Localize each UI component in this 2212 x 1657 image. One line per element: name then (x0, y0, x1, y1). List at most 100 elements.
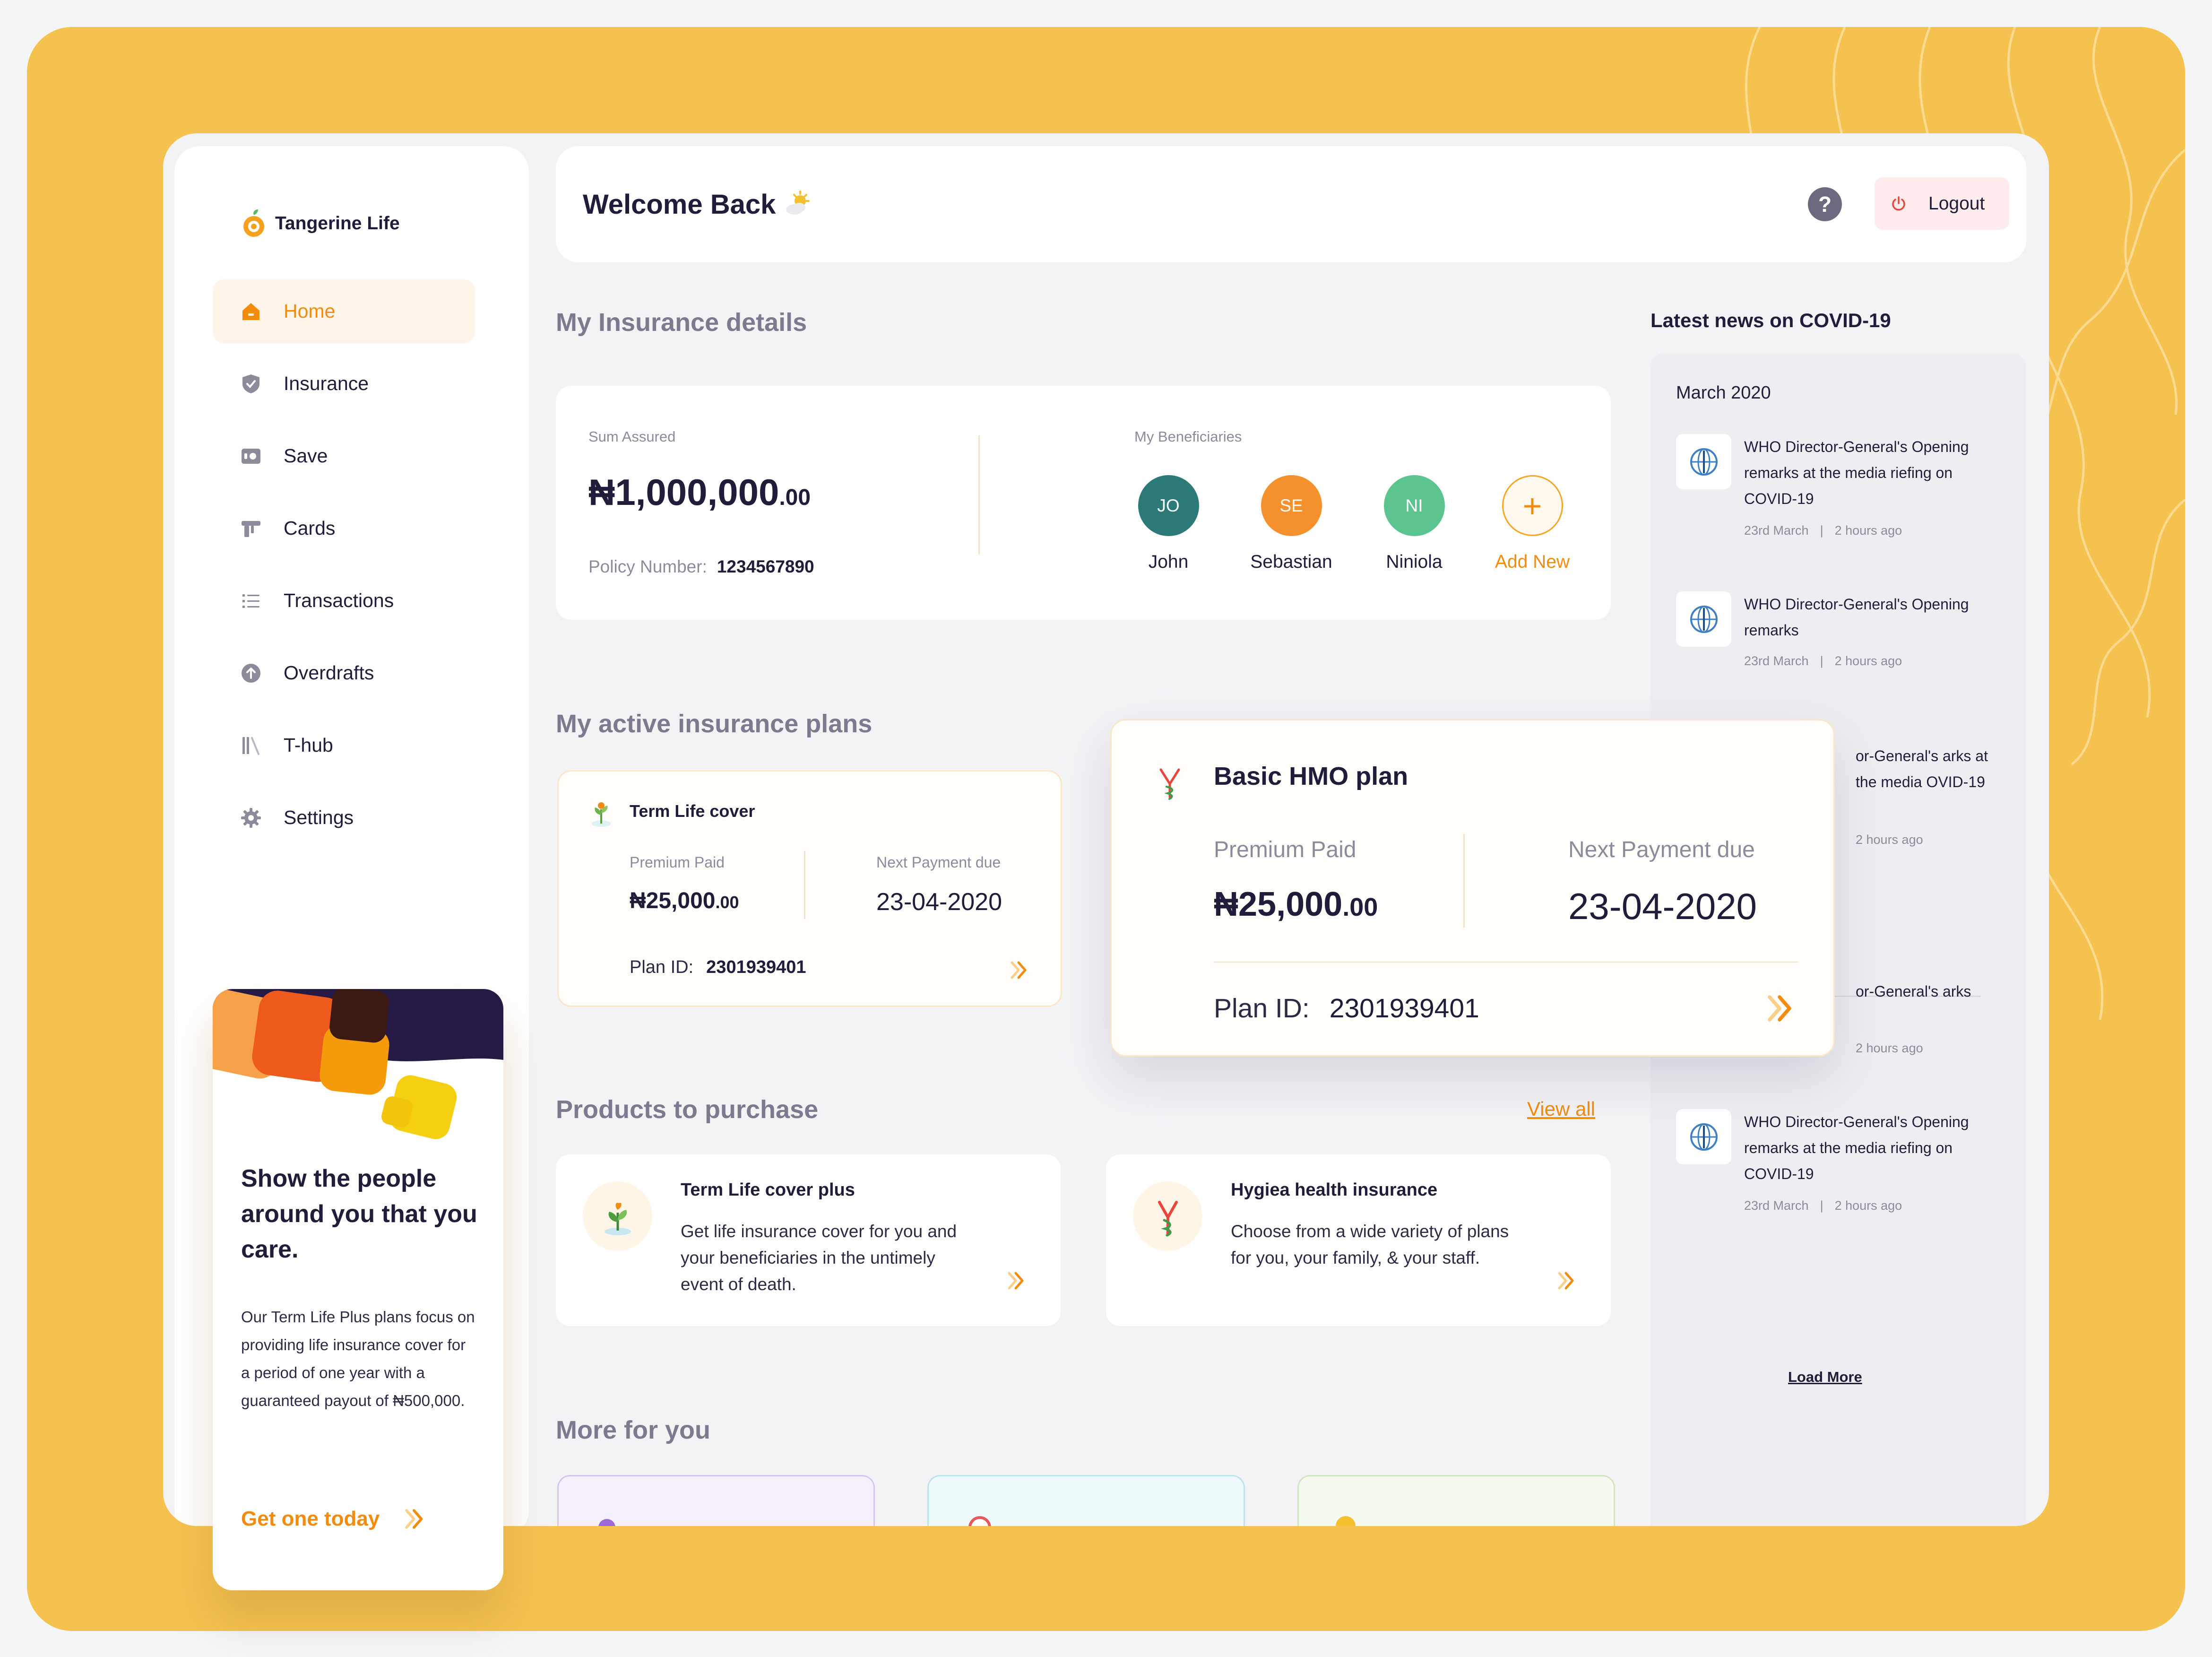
next-payment-value: 23-04-2020 (876, 888, 1002, 916)
plan-name: Basic HMO plan (1214, 762, 1408, 790)
policy-number-row: Policy Number: 1234567890 (588, 557, 814, 577)
view-all-link[interactable]: View all (1527, 1098, 1595, 1120)
news-date: 23rd March (1744, 1198, 1809, 1213)
chevron-right-double-icon (405, 1509, 423, 1529)
welcome-text: Welcome Back (583, 189, 776, 220)
sidebar-item-label: Save (284, 445, 328, 467)
promo-illustration (213, 989, 503, 1139)
sidebar-item-cards[interactable]: Cards (213, 496, 475, 560)
chevron-right-double-icon[interactable] (1764, 991, 1798, 1025)
home-icon (240, 300, 262, 323)
beneficiaries-label: My Beneficiaries (1134, 428, 1242, 445)
news-month: March 2020 (1676, 383, 1771, 403)
plan-id-label: Plan ID: (1214, 993, 1310, 1024)
sidebar-item-label: Home (284, 300, 336, 322)
news-date: 23rd March (1744, 523, 1809, 538)
avatar: NI (1383, 475, 1445, 536)
logout-label: Logout (1928, 193, 1985, 214)
welcome-heading: Welcome Back (583, 189, 812, 220)
news-title: WHO Director-General's Opening remarks a… (1744, 438, 1969, 507)
products-title: Products to purchase (556, 1095, 819, 1124)
top-bar: Welcome Back ? Logout (556, 146, 2026, 262)
news-meta: 23rd March | 2 hours ago (1744, 1198, 1902, 1213)
premium-main: ₦25,000 (1214, 885, 1343, 923)
news-ago: 2 hours ago (1834, 654, 1902, 668)
who-logo-icon (1676, 591, 1731, 647)
more-card[interactable] (927, 1475, 1245, 1526)
product-name: Term Life cover plus (681, 1180, 855, 1200)
divider (1463, 834, 1465, 928)
sidebar-item-home[interactable]: Home (213, 279, 475, 343)
plan-id-value: 2301939401 (706, 957, 806, 977)
load-more-link[interactable]: Load More (1788, 1369, 1862, 1386)
help-button[interactable]: ? (1808, 187, 1842, 221)
premium-paid-label: Premium Paid (630, 854, 725, 871)
sidebar-item-settings[interactable]: Settings (213, 786, 475, 850)
plant-icon (583, 1181, 652, 1251)
chevron-right-double-icon[interactable] (1008, 959, 1031, 981)
who-logo-icon (1676, 434, 1731, 489)
divider (1214, 962, 1798, 963)
divider (804, 851, 805, 919)
more-card[interactable] (557, 1475, 875, 1526)
premium-paid-value: ₦25,000.00 (630, 888, 739, 914)
product-hygiea-health[interactable]: Hygiea health insurance Choose from a wi… (1106, 1154, 1611, 1326)
product-name: Hygiea health insurance (1231, 1180, 1438, 1200)
next-payment-label: Next Payment due (876, 854, 1001, 871)
next-payment-value: 23-04-2020 (1568, 885, 1757, 927)
caduceus-icon (1159, 768, 1180, 800)
plan-card-basic-hmo[interactable]: Basic HMO plan Premium Paid ₦25,000.00 N… (1110, 719, 1835, 1057)
sun-cloud-icon (786, 190, 810, 215)
arrow-up-circle-icon (240, 662, 262, 685)
plan-id-row: Plan ID: 2301939401 (1214, 993, 1479, 1024)
news-title: or-General's arks (1856, 983, 1971, 1000)
sidebar-item-label: Overdrafts (284, 662, 374, 684)
news-ago: 2 hours ago (1856, 833, 1923, 847)
chevron-right-double-icon[interactable] (1555, 1269, 1578, 1292)
beneficiary-niniola[interactable]: NI Niniola (1362, 475, 1466, 573)
plan-id-label: Plan ID: (630, 957, 694, 977)
get-one-today-button[interactable]: Get one today (241, 1506, 428, 1532)
premium-cents: .00 (1342, 893, 1378, 921)
insurance-details-card: Sum Assured ₦1,000,000.00 Policy Number:… (556, 386, 1611, 620)
premium-paid-value: ₦25,000.00 (1214, 885, 1378, 924)
power-icon (1892, 196, 1905, 210)
sidebar-item-insurance[interactable]: Insurance (213, 352, 475, 416)
sidebar-item-t-hub[interactable]: T-hub (213, 713, 475, 777)
plus-icon: + (1502, 475, 1563, 536)
beneficiary-sebastian[interactable]: SE Sebastian (1239, 475, 1343, 573)
sidebar-item-label: Cards (284, 517, 336, 539)
promo-card: Show the people around you that you care… (213, 989, 503, 1590)
sum-assured-value: ₦1,000,000.00 (588, 471, 811, 514)
avatar: SE (1261, 475, 1322, 536)
gear-icon (240, 807, 262, 829)
insurance-details-title: My Insurance details (556, 308, 807, 337)
library-icon (240, 734, 262, 757)
sidebar-item-overdrafts[interactable]: Overdrafts (213, 641, 475, 705)
who-logo-icon (1676, 1109, 1731, 1164)
news-date: 23rd March (1744, 654, 1809, 668)
chevron-right-double-icon[interactable] (1005, 1269, 1028, 1292)
sidebar-item-label: Transactions (284, 590, 394, 611)
logout-button[interactable]: Logout (1875, 177, 2009, 230)
add-beneficiary-button[interactable]: + Add New (1480, 475, 1584, 573)
premium-paid-label: Premium Paid (1214, 837, 1357, 862)
news-title: WHO Director-General's Opening remarks (1744, 596, 1969, 639)
more-card[interactable] (1297, 1475, 1615, 1526)
brand[interactable]: Tangerine Life (241, 208, 400, 239)
plan-card-term-life[interactable]: Term Life cover Premium Paid ₦25,000.00 … (557, 770, 1062, 1007)
sidebar-item-label: Insurance (284, 373, 369, 394)
sun-icon (1336, 1516, 1356, 1526)
policy-number-value: 1234567890 (717, 557, 814, 576)
promo-title: Show the people around you that you care… (241, 1165, 477, 1263)
news-title: WHO Director-General's Opening remarks a… (1744, 1113, 1969, 1182)
beneficiary-john[interactable]: JO John (1116, 475, 1220, 573)
news-heading: Latest news on COVID-19 (1650, 309, 1891, 331)
sidebar-item-transactions[interactable]: Transactions (213, 569, 475, 633)
sidebar-item-label: Settings (284, 807, 354, 828)
sidebar-item-save[interactable]: Save (213, 424, 475, 488)
product-description: Get life insurance cover for you and you… (681, 1222, 957, 1294)
add-new-label: Add New (1495, 552, 1570, 572)
news-title: or-General's arks at the media OVID-19 (1856, 747, 1988, 790)
product-term-life-plus[interactable]: Term Life cover plus Get life insurance … (556, 1154, 1061, 1326)
